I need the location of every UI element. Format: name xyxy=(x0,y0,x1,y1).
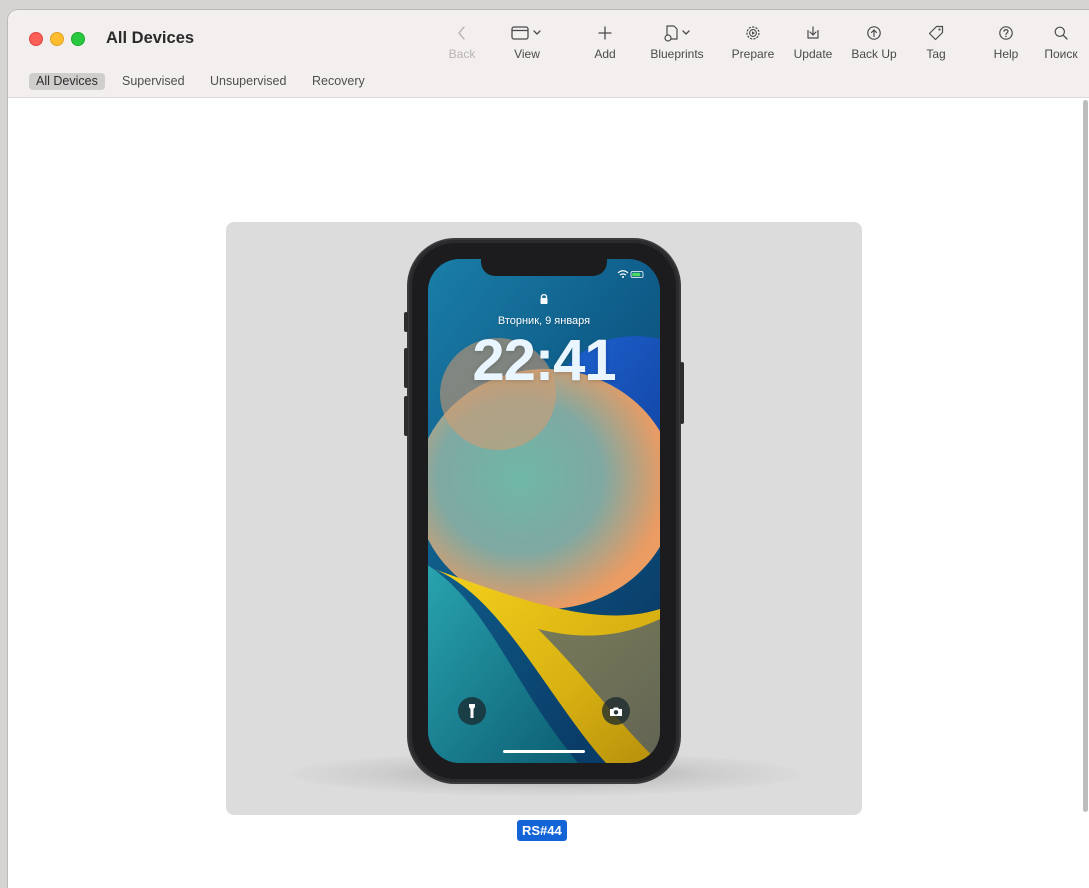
upload-circle-icon xyxy=(867,26,881,40)
tag-icon xyxy=(928,25,944,41)
mute-switch xyxy=(404,312,408,332)
update-button-label: Update xyxy=(793,47,833,61)
tag-button-label: Tag xyxy=(926,47,946,61)
iphone-image: Вторник, 9 января 22:41 xyxy=(404,240,684,782)
search-button-label: Поиск xyxy=(1044,47,1078,61)
back-button-label: Back xyxy=(448,47,476,61)
device-name-label[interactable]: RS#44 xyxy=(517,820,567,841)
scrollbar-thumb[interactable] xyxy=(1083,100,1088,812)
device-grid: Вторник, 9 января 22:41 xyxy=(8,98,1089,888)
camera-icon xyxy=(602,697,630,725)
question-circle-icon xyxy=(999,26,1013,40)
download-tray-icon xyxy=(807,26,819,39)
close-window-button[interactable] xyxy=(29,32,43,46)
volume-down-button xyxy=(404,396,408,436)
vertical-scrollbar[interactable] xyxy=(1082,100,1089,812)
app-window: All Devices Back View Add Blueprints Pre… xyxy=(8,10,1089,888)
help-button[interactable]: Help xyxy=(988,22,1024,66)
tag-button[interactable]: Tag xyxy=(920,22,952,66)
blueprints-button[interactable]: Blueprints xyxy=(647,22,707,66)
backup-button-label: Back Up xyxy=(851,47,897,61)
prepare-button[interactable]: Prepare xyxy=(728,22,778,66)
volume-up-button xyxy=(404,348,408,388)
plus-icon xyxy=(598,26,612,40)
home-indicator xyxy=(503,750,585,753)
tab-recovery[interactable]: Recovery xyxy=(305,73,372,90)
window-title: All Devices xyxy=(106,29,195,47)
lock-screen-date: Вторник, 9 января xyxy=(497,315,591,327)
window-icon xyxy=(511,26,541,40)
help-button-label: Help xyxy=(993,47,1019,61)
zoom-window-button[interactable] xyxy=(71,32,85,46)
update-button[interactable]: Update xyxy=(791,22,835,66)
tab-supervised[interactable]: Supervised xyxy=(115,73,192,90)
status-icons xyxy=(617,270,644,278)
minimize-window-button[interactable] xyxy=(50,32,64,46)
view-button-label: View xyxy=(514,47,540,61)
titlebar: All Devices Back View Add Blueprints Pre… xyxy=(8,10,1089,67)
lock-screen-time: 22:41 xyxy=(472,328,616,393)
blueprint-icon xyxy=(664,25,690,42)
backup-button[interactable]: Back Up xyxy=(849,22,899,66)
search-button[interactable]: Поиск xyxy=(1040,22,1082,66)
view-button[interactable]: View xyxy=(506,22,548,66)
chevron-left-icon xyxy=(458,26,465,40)
back-button[interactable]: Back xyxy=(444,22,480,66)
notch xyxy=(481,259,607,276)
power-button xyxy=(680,362,684,424)
lock-screen: Вторник, 9 января 22:41 xyxy=(428,259,660,763)
tab-all-devices[interactable]: All Devices xyxy=(29,73,105,90)
filter-tab-bar: All Devices Supervised Unsupervised Reco… xyxy=(8,67,1089,98)
tab-unsupervised[interactable]: Unsupervised xyxy=(203,73,293,90)
blueprints-button-label: Blueprints xyxy=(650,47,704,61)
gear-icon xyxy=(746,26,760,40)
flashlight-icon xyxy=(458,697,486,725)
add-button-label: Add xyxy=(594,47,616,61)
add-button[interactable]: Add xyxy=(587,22,623,66)
search-icon xyxy=(1054,26,1068,40)
device-tile[interactable]: Вторник, 9 января 22:41 xyxy=(226,222,862,815)
lock-icon xyxy=(540,294,548,304)
prepare-button-label: Prepare xyxy=(731,47,775,61)
